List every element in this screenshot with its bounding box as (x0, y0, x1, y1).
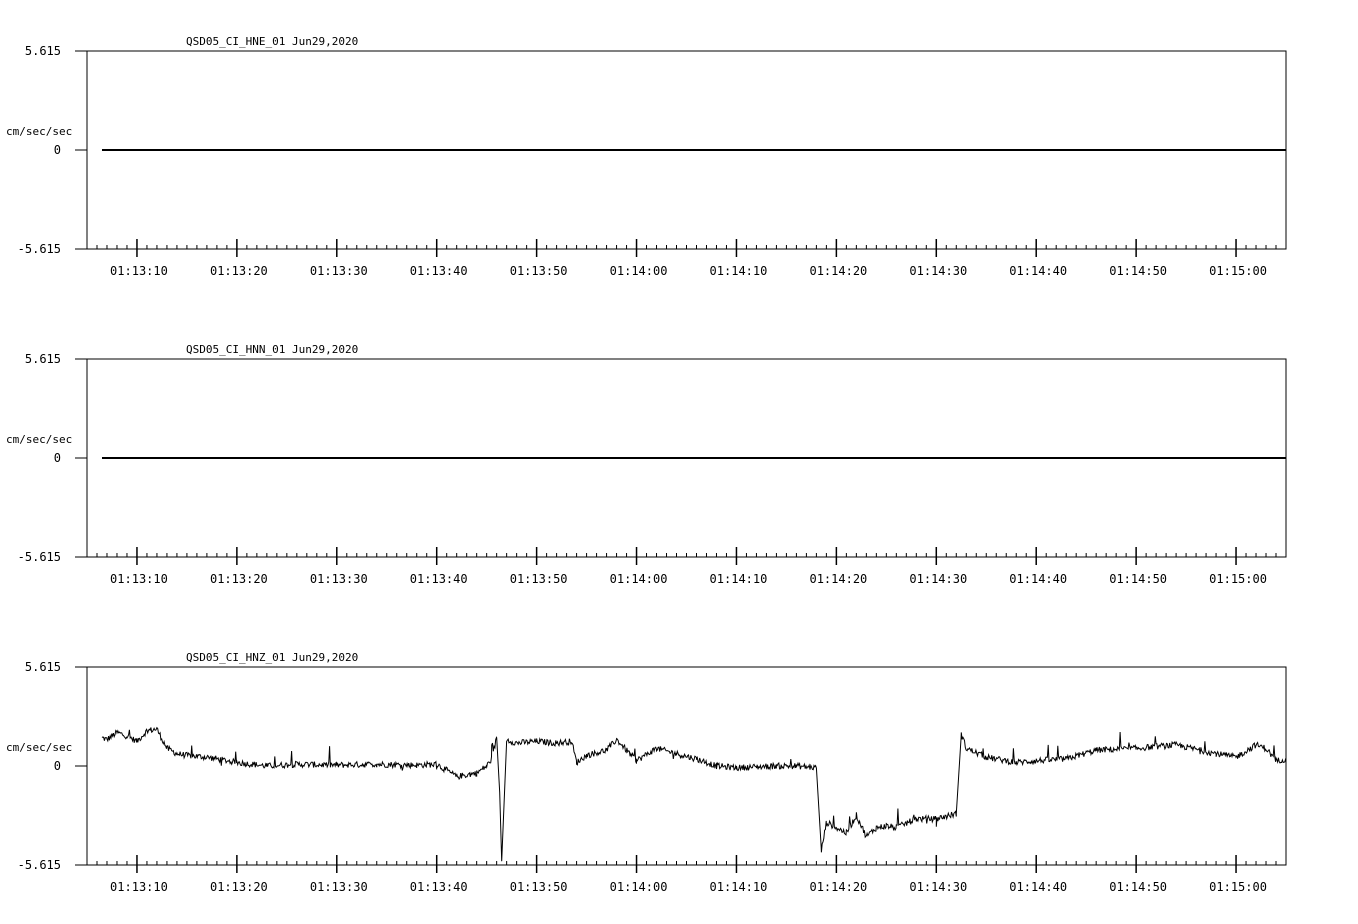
x-tick-label: 01:13:10 (110, 264, 168, 278)
y-tick-label: 5.615 (25, 44, 61, 58)
y-tick-label: 0 (54, 759, 61, 773)
y-tick-label: 0 (54, 143, 61, 157)
x-tick-label: 01:14:00 (610, 572, 668, 586)
x-tick-label: 01:15:00 (1209, 264, 1267, 278)
x-tick-label: 01:13:20 (210, 264, 268, 278)
x-tick-label: 01:14:40 (1009, 264, 1067, 278)
seismogram-panel-1: QSD05_CI_HNE_01 Jun29,2020 5.615 0 -5.615 cm… (6, 35, 1287, 278)
x-tick-label: 01:14:30 (909, 880, 967, 894)
x-tick-label: 01:13:30 (310, 572, 368, 586)
trace-line (101, 726, 1287, 862)
chart-title: QSD05_CI_HNZ_01 Jun29,2020 (186, 651, 358, 664)
x-tick-label: 01:14:50 (1109, 264, 1167, 278)
y-tick-label: -5.615 (18, 550, 61, 564)
x-tick-label: 01:14:20 (809, 572, 867, 586)
x-tick-label: 01:13:30 (310, 264, 368, 278)
y-tick-label: 5.615 (25, 352, 61, 366)
y-tick-label: -5.615 (18, 242, 61, 256)
x-tick-label: 01:14:30 (909, 572, 967, 586)
x-tick-label: 01:14:40 (1009, 572, 1067, 586)
x-tick-label: 01:13:30 (310, 880, 368, 894)
y-axis-label: cm/sec/sec (6, 741, 72, 754)
x-tick-label: 01:14:40 (1009, 880, 1067, 894)
x-tick-label: 01:14:10 (710, 880, 768, 894)
x-tick-label: 01:13:40 (410, 264, 468, 278)
seismogram-figure: QSD05_CI_HNE_01 Jun29,2020 5.615 0 -5.615 cm… (6, 35, 1287, 894)
chart-title: QSD05_CI_HNE_01 Jun29,2020 (186, 35, 358, 48)
x-tick-label: 01:13:10 (110, 880, 168, 894)
seismogram-panel-3: QSD05_CI_HNZ_01 Jun29,2020 5.615 0 -5.615 cm… (6, 651, 1287, 894)
x-tick-label: 01:14:50 (1109, 572, 1167, 586)
x-tick-label: 01:14:10 (710, 264, 768, 278)
x-tick-label: 01:14:00 (610, 880, 668, 894)
x-tick-label: 01:14:30 (909, 264, 967, 278)
x-tick-label: 01:13:50 (510, 264, 568, 278)
x-tick-label: 01:15:00 (1209, 572, 1267, 586)
x-tick-label: 01:13:10 (110, 572, 168, 586)
y-tick-label: 5.615 (25, 660, 61, 674)
x-tick-label: 01:14:10 (710, 572, 768, 586)
y-axis-label: cm/sec/sec (6, 433, 72, 446)
x-tick-label: 01:14:00 (610, 264, 668, 278)
x-tick-label: 01:13:20 (210, 572, 268, 586)
x-tick-label: 01:14:50 (1109, 880, 1167, 894)
x-tick-label: 01:13:50 (510, 880, 568, 894)
x-tick-label: 01:13:40 (410, 880, 468, 894)
y-axis-label: cm/sec/sec (6, 125, 72, 138)
y-tick-label: -5.615 (18, 858, 61, 872)
x-tick-label: 01:13:50 (510, 572, 568, 586)
x-tick-label: 01:13:20 (210, 880, 268, 894)
seismogram-panel-2: QSD05_CI_HNN_01 Jun29,2020 5.615 0 -5.615 cm… (6, 343, 1287, 586)
x-tick-label: 01:15:00 (1209, 880, 1267, 894)
chart-title: QSD05_CI_HNN_01 Jun29,2020 (186, 343, 358, 356)
y-tick-label: 0 (54, 451, 61, 465)
x-tick-label: 01:13:40 (410, 572, 468, 586)
x-tick-label: 01:14:20 (809, 264, 867, 278)
x-tick-label: 01:14:20 (809, 880, 867, 894)
